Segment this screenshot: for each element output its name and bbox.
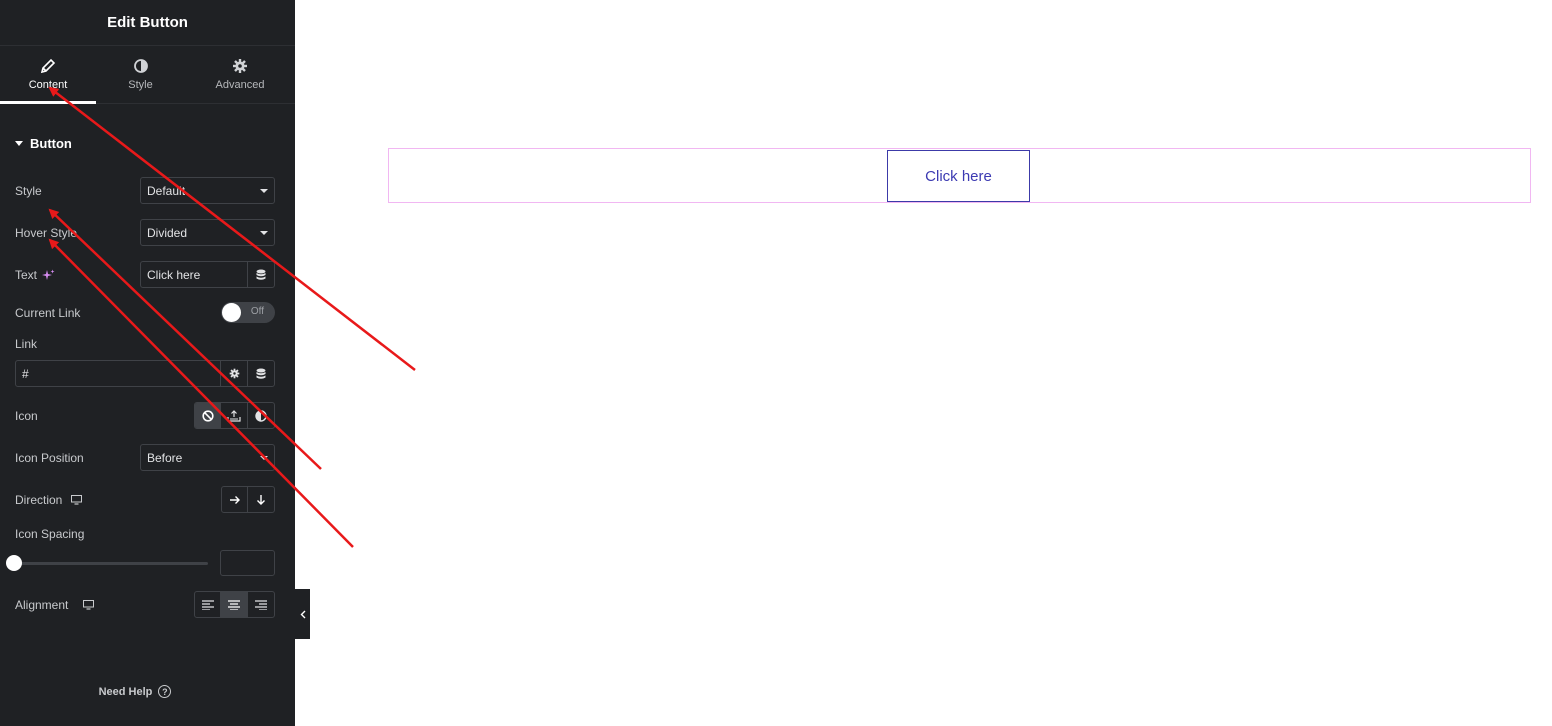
- tab-content-label: Content: [28, 79, 68, 91]
- icon-library-button[interactable]: [248, 403, 274, 428]
- panel-title: Edit Button: [0, 0, 295, 46]
- icon-spacing-input[interactable]: [220, 550, 275, 576]
- tab-style[interactable]: Style: [96, 46, 185, 103]
- desktop-icon[interactable]: [71, 495, 83, 505]
- tab-advanced[interactable]: Advanced: [185, 46, 295, 103]
- pencil-icon: [40, 58, 56, 74]
- gear-icon: [233, 59, 247, 73]
- align-center-icon: [228, 599, 241, 610]
- align-center-button[interactable]: [221, 592, 248, 617]
- icon-spacing-label: Icon Spacing: [15, 527, 85, 541]
- alignment-choice-group: [194, 591, 275, 618]
- chevron-down-icon: [260, 231, 268, 235]
- chevron-left-icon: [300, 610, 305, 618]
- icon-position-label: Icon Position: [15, 451, 84, 465]
- text-label: Text: [15, 268, 38, 282]
- current-link-toggle[interactable]: Off: [221, 302, 275, 323]
- link-label: Link: [15, 337, 38, 351]
- half-circle-icon: [133, 59, 148, 73]
- icon-spacing-slider-track[interactable]: [15, 562, 208, 565]
- desktop-icon[interactable]: [83, 600, 95, 610]
- editor-panel: Edit Button Content Style Advanced Butto…: [0, 0, 295, 726]
- icon-upload-button[interactable]: [221, 403, 248, 428]
- icon-position-select[interactable]: Before: [140, 444, 275, 471]
- none-icon: [202, 409, 214, 422]
- arrow-right-icon: [229, 495, 240, 504]
- style-label: Style: [15, 184, 42, 198]
- dynamic-tags-button[interactable]: [247, 262, 274, 287]
- hover-style-select-value: Divided: [147, 225, 188, 240]
- need-help-link[interactable]: Need Help ?: [0, 685, 270, 698]
- alignment-label: Alignment: [15, 598, 69, 612]
- chevron-down-icon: [260, 189, 268, 193]
- link-field-value: #: [22, 366, 29, 381]
- icon-label: Icon: [15, 409, 38, 423]
- text-field[interactable]: Click here: [140, 261, 275, 288]
- link-options-button[interactable]: [220, 361, 247, 386]
- current-link-label: Current Link: [15, 306, 81, 320]
- direction-label: Direction: [15, 493, 63, 507]
- icon-none-button[interactable]: [195, 403, 222, 428]
- tab-style-label: Style: [128, 79, 153, 91]
- arrow-down-icon: [257, 494, 265, 505]
- chevron-down-icon: [260, 456, 268, 460]
- need-help-label: Need Help: [98, 685, 153, 698]
- direction-row-button[interactable]: [222, 487, 249, 512]
- database-icon: [256, 269, 266, 280]
- upload-icon: [227, 409, 241, 422]
- question-icon: ?: [158, 685, 172, 698]
- ai-sparkle-icon[interactable]: [42, 269, 55, 282]
- active-tab-indicator: [0, 101, 96, 104]
- style-select[interactable]: Default: [140, 177, 275, 204]
- section-title: Button: [30, 136, 72, 151]
- half-circle-icon: [255, 409, 267, 422]
- caret-down-icon: [15, 141, 23, 146]
- align-right-button[interactable]: [248, 592, 274, 617]
- link-dynamic-tags-button[interactable]: [247, 361, 274, 386]
- tab-content[interactable]: Content: [0, 46, 96, 103]
- icon-spacing-slider-handle[interactable]: [6, 555, 22, 571]
- toggle-knob: [222, 303, 241, 322]
- hover-style-select[interactable]: Divided: [140, 219, 275, 246]
- icon-position-select-value: Before: [147, 450, 183, 465]
- icon-choice-group: [194, 402, 275, 429]
- toggle-state-text: Off: [250, 306, 264, 317]
- collapse-panel-button[interactable]: [295, 589, 310, 639]
- gear-icon: [229, 368, 239, 379]
- canvas-button-text: Click here: [925, 167, 992, 185]
- direction-column-button[interactable]: [248, 487, 274, 512]
- style-select-value: Default: [147, 183, 186, 198]
- text-label-wrap: Text: [15, 268, 55, 282]
- alignment-label-wrap: Alignment: [15, 598, 95, 612]
- align-right-icon: [254, 599, 267, 610]
- align-left-button[interactable]: [195, 592, 222, 617]
- canvas-button[interactable]: Click here: [887, 150, 1030, 202]
- direction-label-wrap: Direction: [15, 493, 83, 507]
- link-field[interactable]: #: [15, 360, 275, 387]
- text-field-value: Click here: [147, 267, 201, 282]
- direction-choice-group: [221, 486, 275, 513]
- panel-tabs: Content Style Advanced: [0, 46, 295, 104]
- tab-advanced-label: Advanced: [215, 79, 265, 91]
- database-icon: [256, 368, 266, 379]
- hover-style-label: Hover Style: [15, 226, 78, 240]
- section-toggle-button[interactable]: Button: [15, 136, 72, 151]
- align-left-icon: [201, 599, 214, 610]
